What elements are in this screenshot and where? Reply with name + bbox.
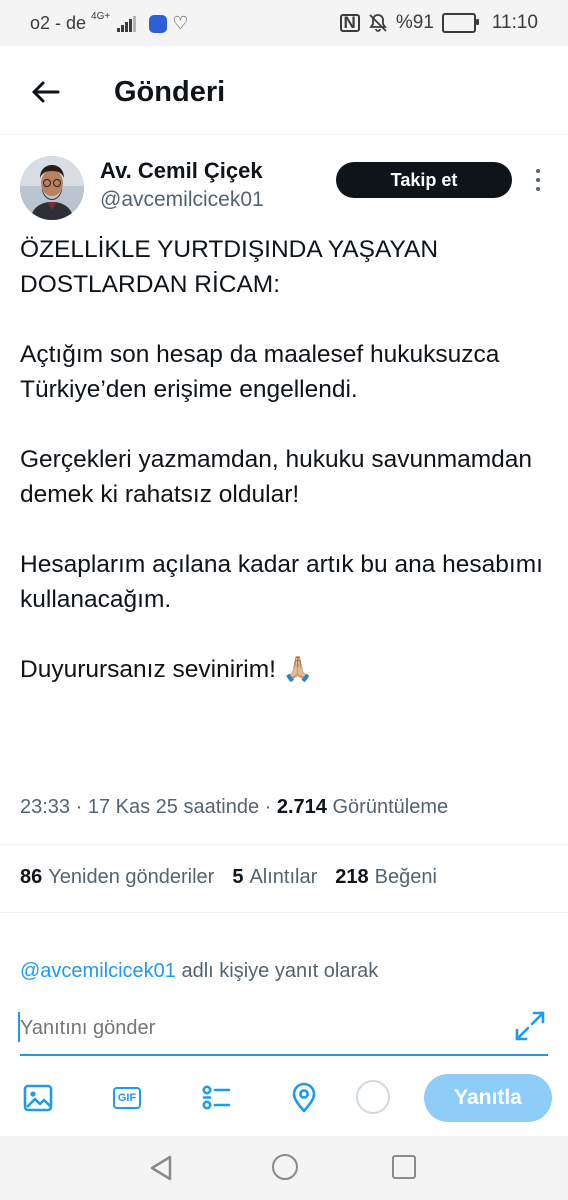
signal-icon xyxy=(117,15,137,32)
more-icon[interactable] xyxy=(528,166,548,194)
image-icon[interactable] xyxy=(22,1082,54,1114)
replying-to: @avcemilcicek01 adlı kişiye yanıt olarak xyxy=(20,960,378,983)
network-type: 4G+ xyxy=(91,11,111,22)
battery-icon xyxy=(441,13,479,33)
header-divider xyxy=(0,134,568,135)
top-app-bar xyxy=(0,46,568,134)
mute-bell-icon xyxy=(369,14,387,32)
quotes-label: Alıntılar xyxy=(249,866,318,888)
replying-handle[interactable]: @avcemilcicek01 xyxy=(20,960,176,982)
heart-status-icon: ♡ xyxy=(172,13,189,33)
engagement-stats: 86 Yeniden gönderiler 5 Alıntılar 218 Beğen… xyxy=(20,866,437,889)
carrier-label: o2 - de xyxy=(30,13,87,33)
expand-icon[interactable] xyxy=(512,1008,548,1044)
page-title: Gönderi xyxy=(114,76,226,108)
back-arrow-icon[interactable] xyxy=(28,74,64,110)
location-icon[interactable] xyxy=(288,1082,320,1114)
author-name[interactable]: Av. Cemil Çiçek xyxy=(100,158,263,184)
tweet-date[interactable]: 17 Kas 25 saatinde xyxy=(88,796,259,818)
reply-underline xyxy=(20,1054,548,1056)
clock: 11:10 xyxy=(491,12,538,33)
likes-label: Beğeni xyxy=(374,866,437,888)
tweet-text: ÖZELLİKLE YURTDIŞINDA YAŞAYAN DOSTLARDAN… xyxy=(20,236,543,683)
likes-stat[interactable]: 218 Beğeni xyxy=(335,866,437,889)
nav-back-icon[interactable] xyxy=(148,1154,176,1182)
meta-separator: · xyxy=(75,796,88,818)
nav-home-icon[interactable] xyxy=(272,1154,298,1180)
quotes-count: 5 xyxy=(232,866,244,888)
retweets-label: Yeniden gönderiler xyxy=(48,866,215,888)
views-count[interactable]: 2.714 xyxy=(277,796,327,818)
nfc-icon: N xyxy=(339,14,360,32)
battery-percent: %91 xyxy=(395,12,434,33)
tweet-time[interactable]: 23:33 xyxy=(20,796,70,818)
nav-recents-icon[interactable] xyxy=(392,1155,416,1179)
views-label: Görüntüleme xyxy=(332,796,449,818)
meta-separator: · xyxy=(264,796,277,818)
avatar[interactable] xyxy=(20,156,84,220)
status-left: o2 - de 4G+ ♡ xyxy=(30,11,189,34)
stats-divider xyxy=(0,912,568,913)
avatar-image xyxy=(20,156,84,220)
retweets-count: 86 xyxy=(20,866,43,888)
follow-button[interactable]: Takip et xyxy=(336,162,512,198)
gif-label: GIF xyxy=(112,1087,142,1109)
retweets-stat[interactable]: 86 Yeniden gönderiler xyxy=(20,866,214,889)
tweet-meta: 23:33 · 17 Kas 25 saatinde · 2.714 Görün… xyxy=(20,796,448,819)
reply-submit-button[interactable]: Yanıtla xyxy=(424,1074,552,1122)
status-right: N %91 11:10 xyxy=(339,12,538,34)
text-caret xyxy=(18,1012,20,1042)
character-count-ring xyxy=(356,1080,390,1114)
gif-icon[interactable]: GIF xyxy=(111,1082,143,1114)
reply-input[interactable] xyxy=(20,1010,480,1046)
poll-icon[interactable] xyxy=(200,1082,232,1114)
meta-divider xyxy=(0,844,568,845)
likes-count: 218 xyxy=(335,866,369,888)
author-handle[interactable]: @avcemilcicek01 xyxy=(100,188,264,212)
app-badge-icon xyxy=(149,14,168,33)
replying-suffix: adlı kişiye yanıt olarak xyxy=(181,960,379,982)
quotes-stat[interactable]: 5 Alıntılar xyxy=(232,866,317,889)
